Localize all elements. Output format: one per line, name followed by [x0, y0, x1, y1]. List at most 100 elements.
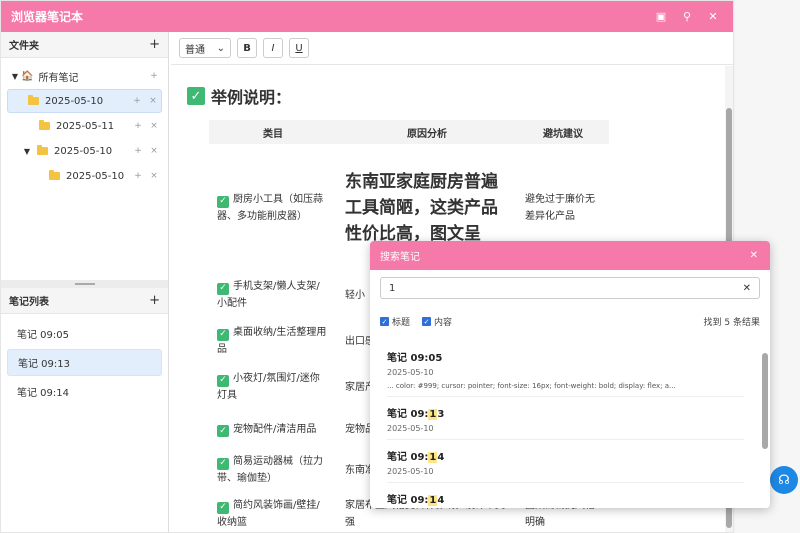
folders-header: 文件夹 +	[1, 32, 168, 58]
folder-label: 2025-05-10	[66, 170, 125, 182]
result-date: 2025-05-10	[387, 424, 434, 433]
table-header: 避坑建议	[517, 120, 609, 144]
add-note-button[interactable]: +	[149, 293, 160, 308]
content-checkbox[interactable]: ✓	[422, 317, 432, 326]
table-cell: ✓ 手机支架/懒人支架/小配件	[209, 272, 337, 318]
folder-label: 2025-05-11	[56, 120, 115, 132]
add-subfolder-icon[interactable]: +	[130, 171, 146, 181]
result-preview: ... color: #999; cursor: pointer; font-s…	[387, 382, 676, 390]
underline-button[interactable]: U	[289, 38, 309, 58]
table-cell: ✓ 宠物配件/清洁用品	[209, 410, 337, 448]
table-cell: ✓ 桌面收纳/生活整理用品	[209, 318, 337, 364]
panel-resize-handle[interactable]	[1, 280, 168, 288]
search-icon[interactable]: ⚲	[677, 7, 697, 27]
folder-icon	[39, 120, 50, 130]
italic-button[interactable]: I	[263, 38, 283, 58]
close-icon[interactable]: ✕	[703, 7, 723, 27]
search-result[interactable]: 笔记 09:14 2025-05-10	[387, 440, 744, 483]
app-titlebar: 浏览器笔记本 ▣ ⚲ ✕	[1, 1, 733, 32]
checkmark-icon: ✓	[217, 374, 229, 387]
delete-folder-icon[interactable]: ×	[146, 146, 162, 156]
folder-icon	[37, 145, 48, 155]
search-result[interactable]: 笔记 09:13 2025-05-10	[387, 397, 744, 440]
add-subfolder-icon[interactable]: +	[146, 71, 162, 81]
add-subfolder-icon[interactable]: +	[130, 146, 146, 156]
close-icon[interactable]: ✕	[750, 250, 758, 261]
table-cell: ✓ 小夜灯/氛围灯/迷你灯具	[209, 364, 337, 410]
result-title: 笔记 09:14	[387, 491, 744, 506]
chevron-down-icon[interactable]: ▼	[21, 147, 33, 156]
notes-header: 笔记列表 +	[1, 288, 168, 314]
cell-text: 简约风装饰画/壁挂/收纳篮	[217, 500, 320, 528]
table-cell: ✓ 简易运动器械（拉力带、瑜伽垫）	[209, 448, 337, 492]
format-select[interactable]: 普通 ⌄	[179, 38, 231, 58]
chevron-down-icon[interactable]: ▼	[9, 72, 21, 81]
add-subfolder-icon[interactable]: +	[130, 121, 146, 131]
add-folder-button[interactable]: +	[149, 37, 160, 52]
result-date: 2025-05-10	[387, 368, 434, 377]
folder-label: 2025-05-10	[54, 145, 113, 157]
checkmark-icon: ✓	[217, 328, 229, 341]
checkmark-icon: ✓	[217, 195, 229, 208]
title-part: 4	[437, 452, 445, 463]
notes-heading: 笔记列表	[9, 297, 49, 308]
result-title: 笔记 09:05	[387, 353, 443, 364]
checkmark-icon: ✓	[217, 282, 229, 295]
format-select-value: 普通	[185, 44, 205, 56]
app-title: 浏览器笔记本	[11, 10, 84, 24]
cell-text: 简易运动器械（拉力带、瑜伽垫）	[217, 456, 323, 484]
help-icon[interactable]: ☊	[770, 466, 798, 494]
delete-folder-icon[interactable]: ×	[146, 121, 162, 131]
checkmark-icon: ✓	[187, 87, 205, 105]
clear-icon[interactable]: ✕	[743, 283, 751, 294]
title-checkbox-label: 标题	[392, 318, 411, 328]
result-title: 笔记 09:14	[387, 448, 744, 463]
table-header: 类目	[209, 120, 337, 144]
folder-item[interactable]: 2025-05-10 + ×	[7, 164, 162, 188]
search-dialog: 搜索笔记 ✕ 1 ✕ ✓ 标题 ✓ 内容 找到 5 条结果 笔记 09:05 2…	[370, 241, 770, 508]
folder-icon	[49, 170, 60, 180]
left-panel: 文件夹 + ▼ 🏠 所有笔记 + 2025-05-10 + × 2025-05-…	[1, 32, 169, 532]
checkmark-icon: ✓	[217, 501, 229, 514]
scrollbar-thumb[interactable]	[762, 353, 768, 449]
home-icon: 🏠	[21, 70, 34, 82]
folder-label: 所有笔记	[38, 72, 79, 84]
note-item[interactable]: 笔记 09:05	[7, 320, 162, 347]
cell-text: 桌面收纳/生活整理用品	[217, 327, 327, 355]
cell-text: 厨房小工具（如压蒜器、多功能削皮器）	[217, 194, 323, 222]
note-item-active[interactable]: 笔记 09:13	[7, 349, 162, 376]
title-part: 4	[437, 495, 445, 506]
doc-heading-text: 举例说明：	[211, 88, 292, 107]
cell-text: 小夜灯/氛围灯/迷你灯具	[217, 373, 320, 401]
search-result[interactable]: 笔记 09:05 2025-05-10 ... color: #999; cur…	[387, 341, 744, 397]
result-date: 2025-05-10	[387, 467, 434, 476]
format-toolbar: 普通 ⌄ B I U	[171, 32, 733, 65]
delete-folder-icon[interactable]: ×	[146, 171, 162, 181]
results-scrollbar[interactable]	[762, 343, 768, 504]
note-item[interactable]: 笔记 09:14	[7, 378, 162, 405]
checkmark-icon: ✓	[217, 457, 229, 470]
folder-item[interactable]: 2025-05-11 + ×	[7, 114, 162, 138]
cell-text: 手机支架/懒人支架/小配件	[217, 281, 320, 309]
search-input[interactable]: 1 ✕	[380, 277, 760, 299]
search-results: 笔记 09:05 2025-05-10 ... color: #999; cur…	[370, 341, 760, 508]
note-list: 笔记 09:05 笔记 09:13 笔记 09:14	[1, 314, 168, 413]
folder-item[interactable]: ▼ 2025-05-10 + ×	[7, 139, 162, 163]
title-checkbox[interactable]: ✓	[380, 317, 389, 326]
search-input-value: 1	[389, 282, 396, 294]
table-cell: ✓ 厨房小工具（如压蒜器、多功能削皮器）	[209, 144, 337, 272]
folder-icon	[28, 95, 39, 105]
result-title: 笔记 09:13	[387, 405, 744, 420]
delete-folder-icon[interactable]: ×	[145, 96, 161, 106]
search-options: ✓ 标题 ✓ 内容 找到 5 条结果	[370, 315, 770, 328]
folder-all-notes[interactable]: ▼ 🏠 所有笔记 +	[7, 64, 162, 88]
title-part: 笔记 09:	[387, 452, 429, 463]
search-dialog-header: 搜索笔记 ✕	[370, 241, 770, 270]
bold-button[interactable]: B	[237, 38, 257, 58]
chevron-down-icon: ⌄	[216, 42, 225, 54]
add-subfolder-icon[interactable]: +	[129, 96, 145, 106]
search-result[interactable]: 笔记 09:14 2025-05-11	[387, 483, 744, 508]
search-dialog-title: 搜索笔记	[380, 252, 420, 263]
folder-item[interactable]: 2025-05-10 + ×	[7, 89, 162, 113]
image-icon[interactable]: ▣	[651, 7, 671, 27]
